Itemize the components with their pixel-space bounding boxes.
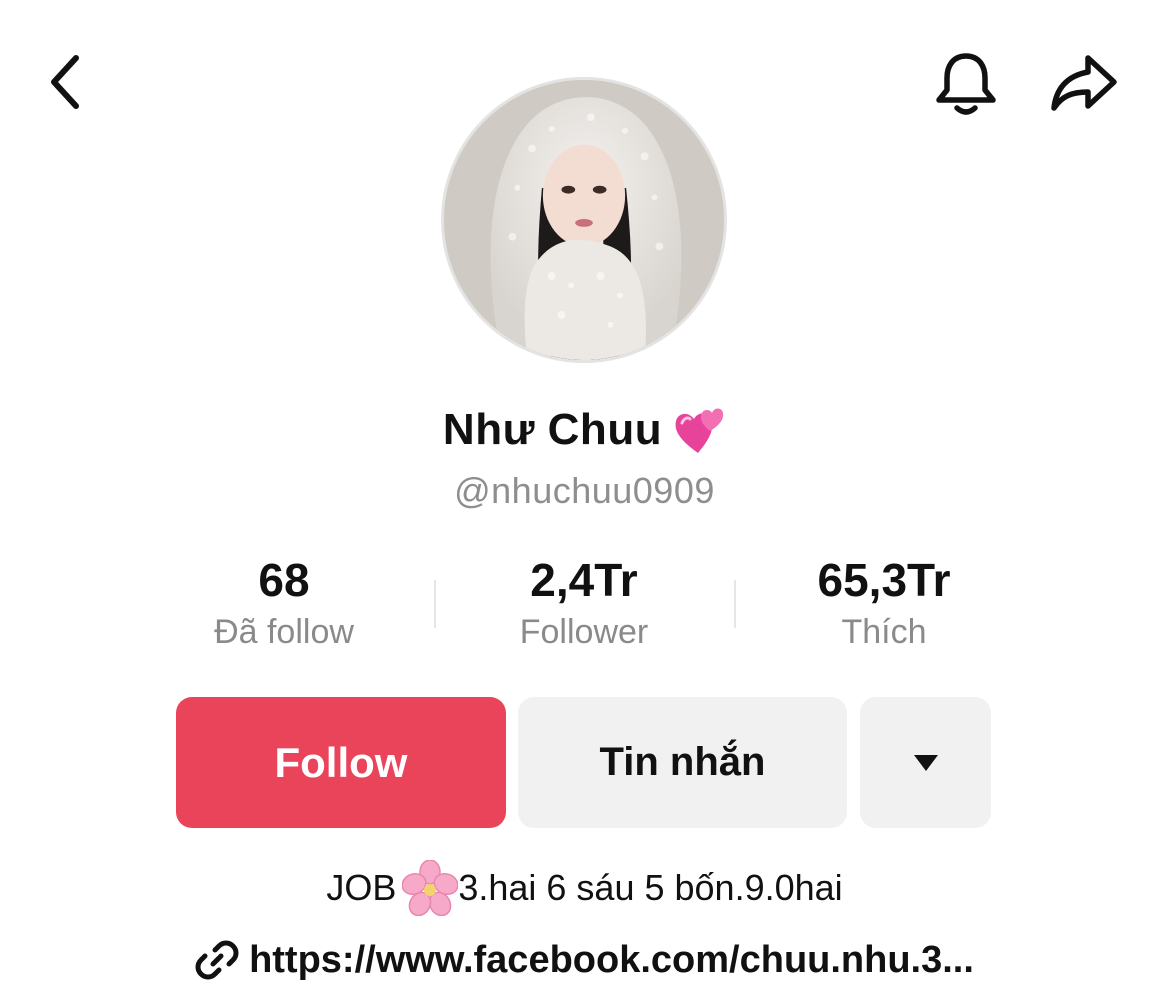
revolving-hearts-icon: [675, 408, 724, 453]
profile-avatar[interactable]: [441, 77, 727, 363]
cherry-blossom-icon: [402, 860, 459, 916]
stat-divider: [434, 580, 436, 628]
stat-value: 65,3Tr: [817, 554, 951, 606]
stat-divider: [734, 580, 736, 628]
username-handle: @nhuchuu0909: [454, 470, 715, 511]
more-options-button[interactable]: [860, 697, 991, 828]
message-button[interactable]: Tin nhắn: [518, 697, 847, 828]
link-icon: [195, 940, 239, 980]
profile-stats: 68 Đã follow 2,4Tr Follower 65,3Tr Thích: [134, 552, 1034, 662]
back-button[interactable]: [36, 52, 96, 112]
stat-label: Follower: [519, 613, 649, 651]
share-arrow-icon: [1051, 55, 1117, 111]
chevron-left-icon: [51, 55, 79, 109]
caret-down-icon: [913, 754, 938, 771]
profile-link[interactable]: https://www.facebook.com/chuu.nhu.3...: [0, 930, 1169, 990]
stat-label: Đã follow: [214, 613, 354, 651]
share-button[interactable]: [1046, 48, 1122, 120]
stat-value: 68: [258, 554, 310, 606]
stat-value: 2,4Tr: [530, 554, 638, 606]
avatar-image: [444, 80, 724, 360]
profile-name-row: Như Chuu: [0, 398, 1169, 462]
display-name: Như Chuu: [442, 405, 663, 454]
stat-followers[interactable]: 2,4Tr Follower: [434, 552, 734, 662]
stat-label: Thích: [841, 613, 927, 651]
follow-button[interactable]: Follow: [176, 697, 506, 828]
bio-prefix: JOB: [326, 867, 397, 908]
bio-text: 3.hai 6 sáu 5 bốn.9.0hai: [458, 867, 843, 908]
notification-bell-button[interactable]: [930, 48, 1002, 120]
stat-likes[interactable]: 65,3Tr Thích: [734, 552, 1034, 662]
profile-bio: JOB 3.hai 6 sáu 5 bốn.9.0hai: [0, 856, 1169, 920]
stat-following[interactable]: 68 Đã follow: [134, 552, 434, 662]
link-text: https://www.facebook.com/chuu.nhu.3...: [249, 938, 974, 981]
bell-icon: [936, 53, 996, 115]
